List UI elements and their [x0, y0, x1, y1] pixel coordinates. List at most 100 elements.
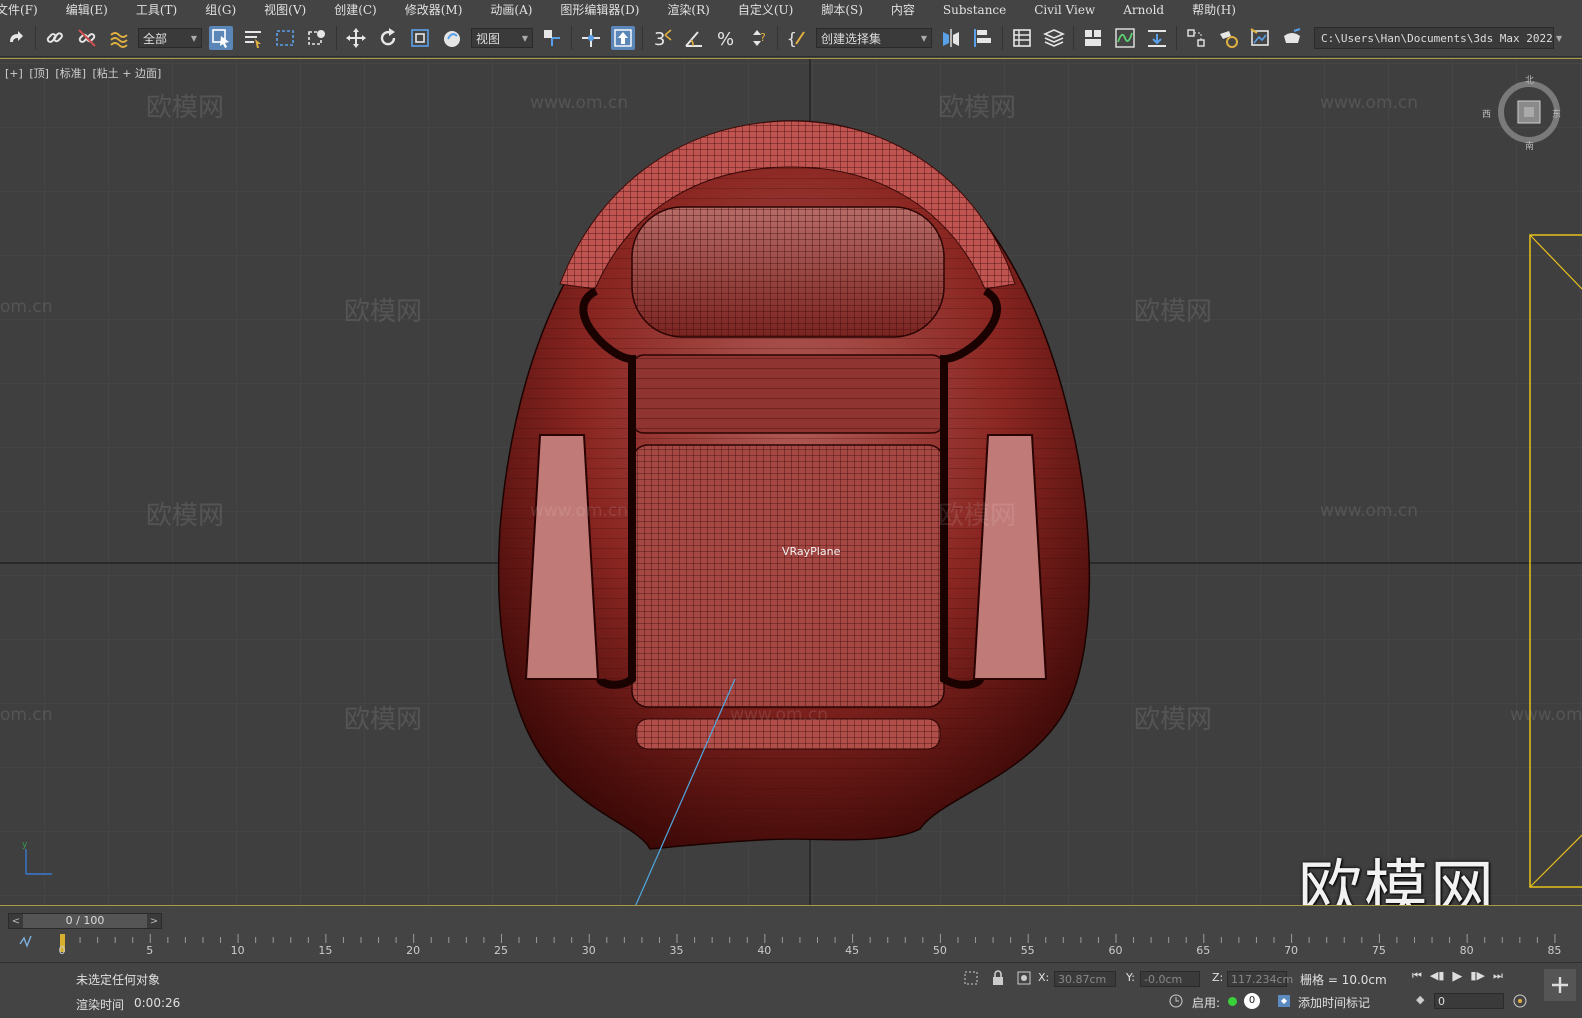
- move-icon[interactable]: [344, 26, 368, 50]
- track-bar-tick-label: 35: [669, 944, 684, 957]
- menu-item[interactable]: 工具(T): [122, 0, 191, 20]
- menu-item[interactable]: 组(G): [191, 0, 250, 20]
- material-editor-icon[interactable]: [1184, 26, 1208, 50]
- schematic-view-icon[interactable]: [1145, 26, 1169, 50]
- track-bar-tick-label: 75: [1371, 944, 1386, 957]
- named-selection-set-dropdown[interactable]: 创建选择集 ▼: [816, 28, 932, 48]
- menu-item[interactable]: 修改器(M): [391, 0, 477, 20]
- angle-snap-icon[interactable]: [682, 26, 706, 50]
- render-setup-icon[interactable]: [1216, 26, 1240, 50]
- menu-item[interactable]: 帮助(H): [1178, 0, 1250, 20]
- menu-item[interactable]: 文件(F): [0, 0, 52, 20]
- curve-editor-icon[interactable]: [1113, 26, 1137, 50]
- viewport-label[interactable]: [+] [顶] [标准] [粘土 + 边面]: [5, 65, 164, 81]
- time-slider[interactable]: < 0 / 100 >: [8, 913, 162, 929]
- time-tag-icon[interactable]: [1276, 993, 1292, 1012]
- menu-item[interactable]: Civil View: [1020, 0, 1109, 20]
- toolbar-separator: [336, 26, 337, 50]
- keyboard-shortcut-override-icon[interactable]: [611, 26, 635, 50]
- enable-count-badge[interactable]: 0: [1244, 993, 1260, 1009]
- viewport-scene: y: [0, 59, 1582, 905]
- menu-item[interactable]: 图形编辑器(D): [546, 0, 653, 20]
- menu-item[interactable]: 编辑(E): [52, 0, 122, 20]
- unlink-icon[interactable]: [75, 26, 99, 50]
- menu-item[interactable]: Arnold: [1109, 0, 1178, 20]
- time-slider-next[interactable]: >: [147, 916, 161, 927]
- select-object-icon[interactable]: [209, 26, 233, 50]
- viewport-label-shading[interactable]: [标准]: [55, 67, 86, 80]
- viewcube[interactable]: 北 南 西 东: [1482, 76, 1564, 152]
- watermark: 欧模网: [344, 705, 423, 735]
- frame-field-arrows-icon[interactable]: ◆: [1416, 993, 1424, 1006]
- render-production-icon[interactable]: [1280, 26, 1304, 50]
- layer-explorer-icon[interactable]: [1042, 26, 1066, 50]
- top-viewport[interactable]: y [+] [顶] [标准] [粘土 + 边面] 欧模网 www.om.cn 欧…: [0, 58, 1582, 906]
- percent-snap-icon[interactable]: %: [714, 26, 738, 50]
- rendered-frame-window-icon[interactable]: [1248, 26, 1272, 50]
- viewcube-south-label[interactable]: 南: [1525, 139, 1534, 152]
- viewcube-north-label[interactable]: 北: [1525, 73, 1534, 86]
- track-bar-tick-label: 60: [1108, 944, 1123, 957]
- track-bar[interactable]: 0 5 10 15 20 25 30 35 40 45 50 55 60 65 70 75 80 85: [59, 932, 1572, 958]
- time-slider-thumb[interactable]: 0 / 100: [23, 914, 147, 928]
- watermark: 欧模网: [1134, 705, 1213, 735]
- menu-item[interactable]: 脚本(S): [807, 0, 877, 20]
- lock-selection-icon[interactable]: [990, 970, 1006, 989]
- select-manipulate-icon[interactable]: [579, 26, 603, 50]
- scale-icon[interactable]: [408, 26, 432, 50]
- y-coord-field[interactable]: -0.0cm: [1140, 971, 1200, 987]
- menu-item[interactable]: 动画(A): [476, 0, 546, 20]
- add-button[interactable]: [1544, 969, 1576, 1001]
- add-time-tag-text[interactable]: 添加时间标记: [1298, 994, 1370, 1011]
- snaps-toggle-icon[interactable]: 3: [650, 26, 674, 50]
- time-slider-prev[interactable]: <: [9, 916, 23, 927]
- current-frame-field[interactable]: 0: [1434, 993, 1504, 1009]
- play-icon[interactable]: ▶: [1452, 969, 1462, 984]
- prev-frame-icon[interactable]: ◀▮: [1430, 969, 1445, 984]
- pivot-center-icon[interactable]: [540, 26, 564, 50]
- viewport-label-general[interactable]: [+]: [5, 67, 23, 80]
- selection-filter-dropdown[interactable]: 全部 ▼: [138, 28, 202, 48]
- spinner-snap-icon[interactable]: ?: [746, 26, 770, 50]
- menu-item[interactable]: 自定义(U): [724, 0, 807, 20]
- goto-start-icon[interactable]: ⏮: [1412, 969, 1422, 984]
- menu-item[interactable]: 创建(C): [320, 0, 391, 20]
- place-icon[interactable]: [440, 26, 464, 50]
- link-icon[interactable]: [43, 26, 67, 50]
- adaptive-degradation-icon[interactable]: [1168, 993, 1184, 1012]
- reference-coordinate-dropdown[interactable]: 视图 ▼: [471, 28, 533, 48]
- rotate-icon[interactable]: [376, 26, 400, 50]
- window-crossing-icon[interactable]: [305, 26, 329, 50]
- redo-icon[interactable]: [4, 26, 28, 50]
- time-config-icon[interactable]: [1512, 993, 1528, 1012]
- goto-end-icon[interactable]: ⏭: [1493, 969, 1503, 984]
- bind-spacewarp-icon[interactable]: [107, 26, 131, 50]
- menu-item[interactable]: 渲染(R): [653, 0, 723, 20]
- menu-item[interactable]: 视图(V): [250, 0, 320, 20]
- mini-curve-editor-icon[interactable]: [18, 932, 40, 952]
- mirror-icon[interactable]: [939, 26, 963, 50]
- rect-selection-region-icon[interactable]: [273, 26, 297, 50]
- z-coord-field[interactable]: 117.234cm: [1227, 971, 1293, 987]
- chevron-down-icon[interactable]: ▼: [1556, 34, 1562, 43]
- track-bar-tick-label: 30: [581, 944, 596, 957]
- x-coord-field[interactable]: 30.87cm: [1054, 971, 1116, 987]
- menu-item[interactable]: 内容: [877, 0, 929, 20]
- menu-item[interactable]: Substance: [929, 0, 1020, 20]
- watermark: www.om.cn: [1510, 705, 1582, 725]
- y-coord-label: Y:: [1126, 971, 1135, 984]
- track-bar-tick-label: 70: [1284, 944, 1299, 957]
- viewcube-west-label[interactable]: 西: [1482, 107, 1491, 120]
- project-path-field[interactable]: C:\Users\Han\Documents\3ds Max 2022: [1314, 27, 1554, 49]
- absolute-mode-icon[interactable]: [1016, 970, 1032, 989]
- next-frame-icon[interactable]: ▮▶: [1470, 969, 1485, 984]
- viewport-label-view[interactable]: [顶]: [29, 67, 49, 80]
- viewport-label-mode[interactable]: [粘土 + 边面]: [93, 67, 162, 80]
- scene-explorer-icon[interactable]: [1010, 26, 1034, 50]
- viewcube-east-label[interactable]: 东: [1552, 107, 1561, 120]
- align-icon[interactable]: [971, 26, 995, 50]
- isolate-selection-icon[interactable]: [963, 970, 979, 989]
- toggle-ribbon-icon[interactable]: [1081, 26, 1105, 50]
- edit-named-selection-icon[interactable]: {: [785, 26, 809, 50]
- select-by-name-icon[interactable]: [241, 26, 265, 50]
